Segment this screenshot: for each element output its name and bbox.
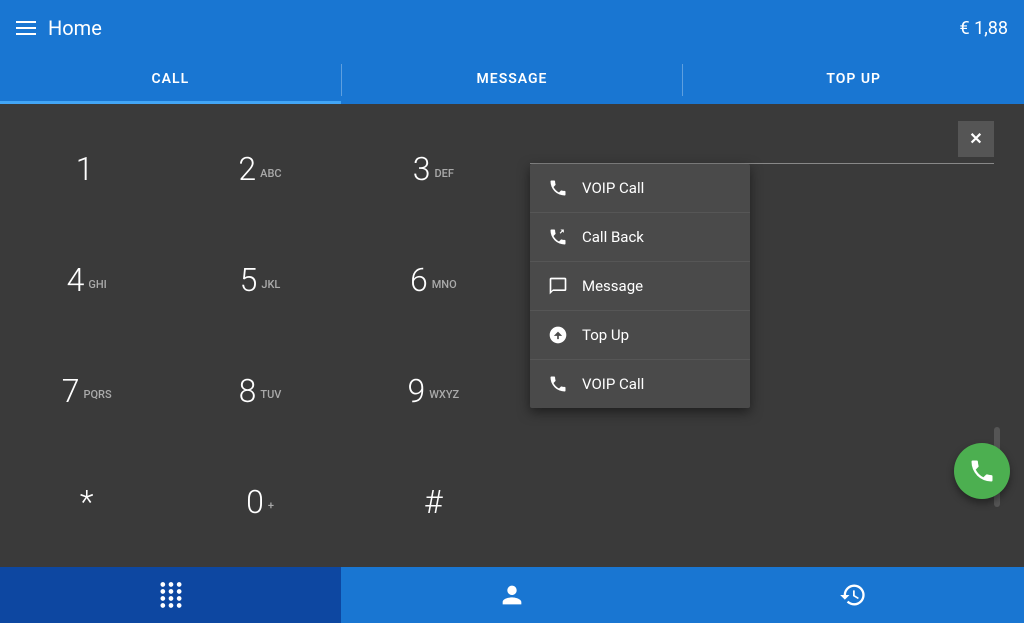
menu-item-call-back[interactable]: Call Back [530, 213, 750, 262]
dial-key-3[interactable]: 3 DEF [347, 114, 520, 225]
nav-contacts[interactable] [341, 567, 682, 623]
dial-key-9[interactable]: 9 WXYZ [347, 336, 520, 447]
contacts-nav-icon [498, 581, 526, 609]
input-area: ✕ VOIP Call Call Back [520, 104, 1004, 567]
menu-item-voip-call-2[interactable]: VOIP Call [530, 360, 750, 408]
dial-row-1: 1 2 ABC 3 DEF [0, 114, 520, 225]
menu-item-voip-call-2-label: VOIP Call [582, 375, 644, 393]
menu-item-voip-call-1[interactable]: VOIP Call [530, 164, 750, 213]
dial-key-5[interactable]: 5 JKL [173, 225, 346, 336]
dial-key-star[interactable]: * [0, 446, 173, 557]
phone-fab-icon [968, 457, 996, 485]
dial-row-2: 4 GHI 5 JKL 6 MNO [0, 225, 520, 336]
tab-call[interactable]: CALL [0, 56, 341, 104]
phone-input[interactable] [530, 127, 958, 150]
phone-icon-2 [548, 374, 568, 394]
balance-display: € 1,88 [960, 18, 1008, 39]
call-fab-button[interactable] [954, 443, 1010, 499]
dial-key-1[interactable]: 1 [0, 114, 173, 225]
header: Home € 1,88 [0, 0, 1024, 56]
dialpad-nav-icon [157, 581, 185, 609]
clear-button[interactable]: ✕ [958, 121, 994, 157]
topup-icon [548, 325, 568, 345]
dial-key-6[interactable]: 6 MNO [347, 225, 520, 336]
phone-icon [548, 178, 568, 198]
dial-key-8[interactable]: 8 TUV [173, 336, 346, 447]
dial-row-4: * 0 + # [0, 446, 520, 557]
dial-row-3: 7 PQRS 8 TUV 9 WXYZ [0, 336, 520, 447]
dialpad: 1 2 ABC 3 DEF 4 GHI 5 JKL 6 MNO [0, 104, 520, 567]
tab-bar: CALL MESSAGE TOP UP [0, 56, 1024, 104]
menu-item-top-up-label: Top Up [582, 326, 629, 344]
action-dropdown: VOIP Call Call Back Message [530, 164, 750, 408]
menu-button[interactable] [16, 21, 36, 35]
history-nav-icon [839, 581, 867, 609]
message-icon [548, 276, 568, 296]
dial-key-0[interactable]: 0 + [173, 446, 346, 557]
dial-key-2[interactable]: 2 ABC [173, 114, 346, 225]
bottom-navigation [0, 567, 1024, 623]
menu-item-message-label: Message [582, 277, 643, 295]
header-left: Home [16, 16, 102, 40]
menu-item-call-back-label: Call Back [582, 228, 644, 246]
tab-topup[interactable]: TOP UP [683, 56, 1024, 104]
phone-input-wrapper: ✕ [530, 114, 994, 164]
dial-key-hash[interactable]: # [347, 446, 520, 557]
nav-dialpad[interactable] [0, 567, 341, 623]
dial-key-4[interactable]: 4 GHI [0, 225, 173, 336]
dial-key-7[interactable]: 7 PQRS [0, 336, 173, 447]
app-title: Home [48, 16, 102, 40]
menu-item-top-up[interactable]: Top Up [530, 311, 750, 360]
tab-message[interactable]: MESSAGE [342, 56, 683, 104]
menu-item-message[interactable]: Message [530, 262, 750, 311]
menu-item-voip-call-1-label: VOIP Call [582, 179, 644, 197]
main-content: 1 2 ABC 3 DEF 4 GHI 5 JKL 6 MNO [0, 104, 1024, 567]
callback-icon [548, 227, 568, 247]
nav-history[interactable] [683, 567, 1024, 623]
